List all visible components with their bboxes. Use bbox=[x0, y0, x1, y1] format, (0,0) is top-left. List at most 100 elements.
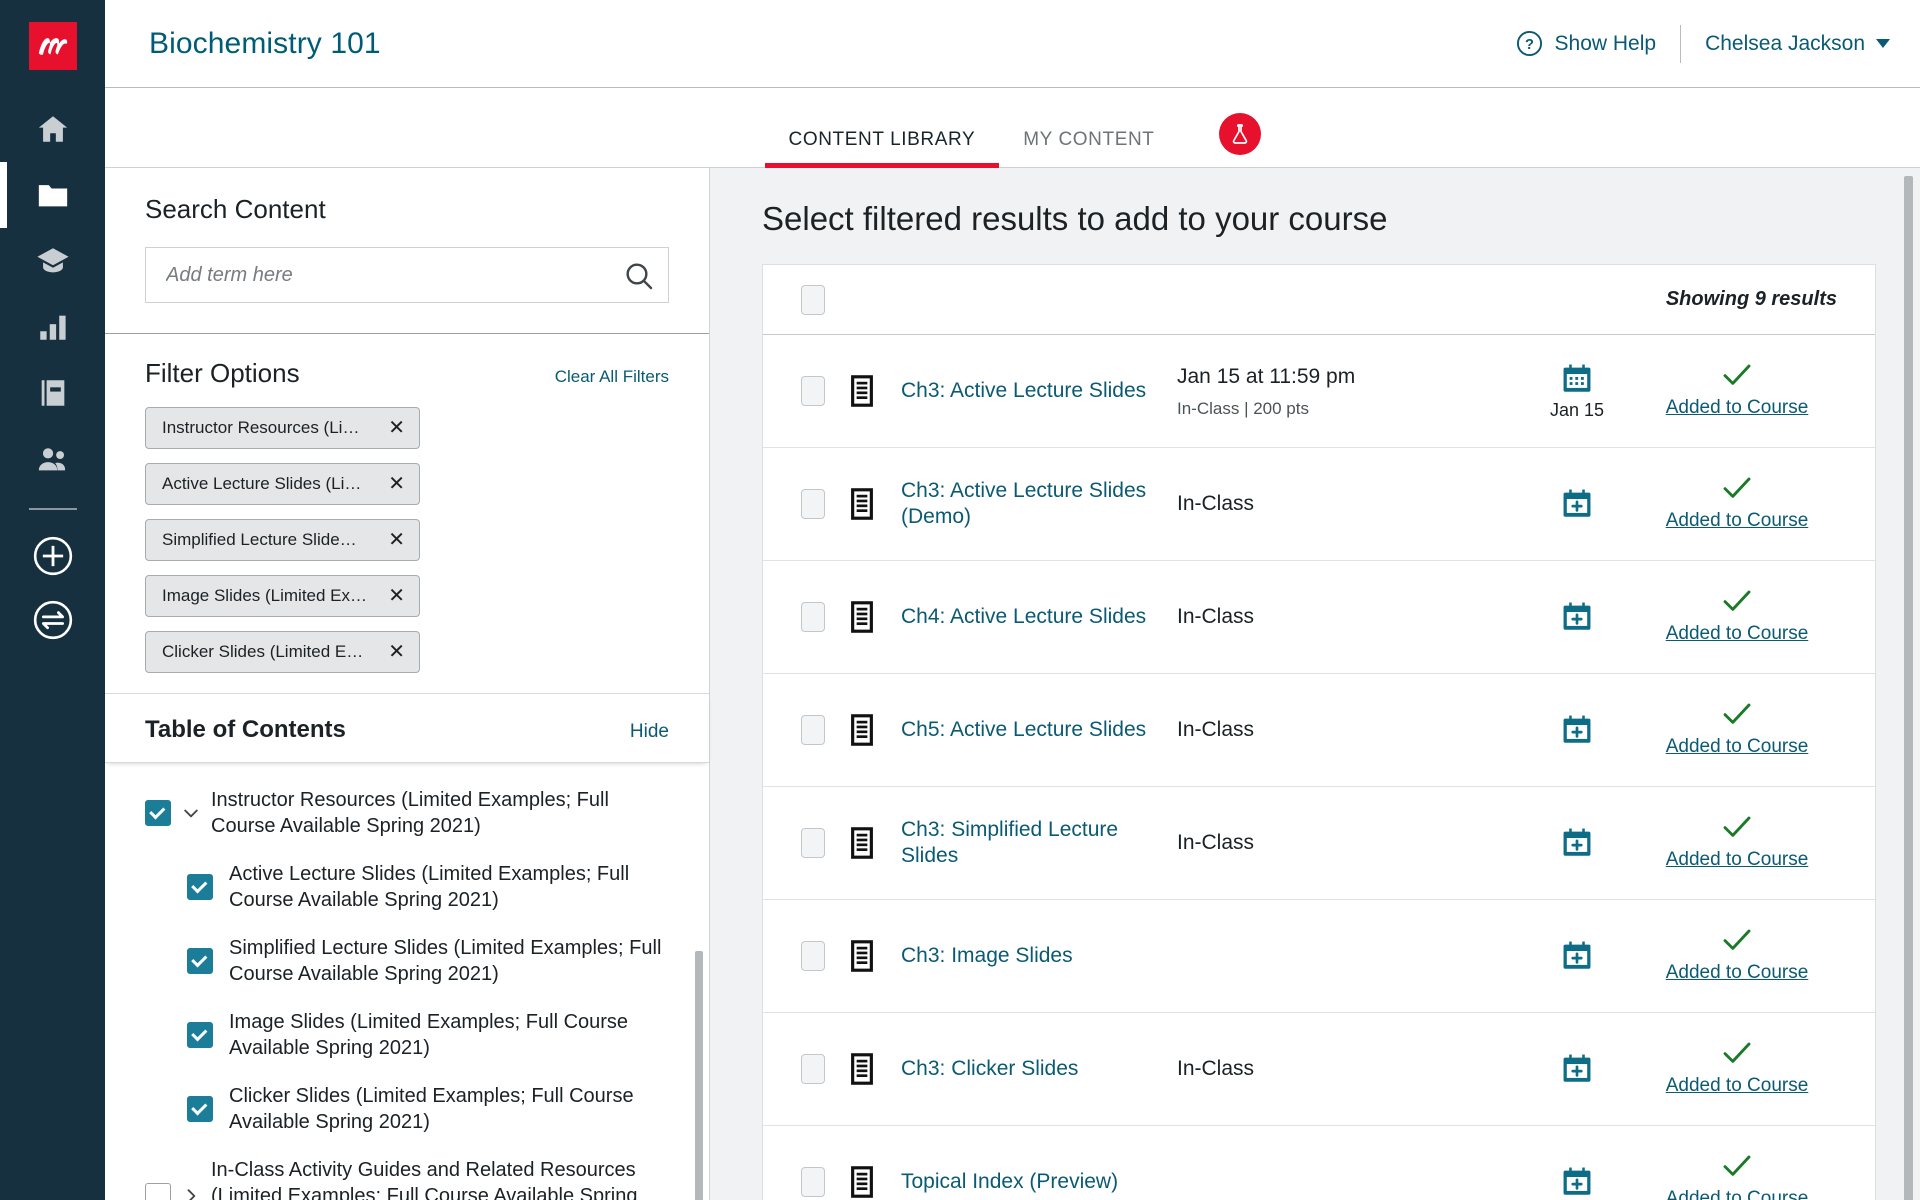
search-button[interactable] bbox=[623, 260, 655, 292]
close-icon[interactable]: ✕ bbox=[388, 418, 405, 438]
search-icon bbox=[626, 263, 653, 290]
filter-chip[interactable]: Simplified Lecture Slide… ✕ bbox=[145, 519, 420, 561]
added-to-course-button[interactable]: Added to Course bbox=[1637, 702, 1837, 758]
sidebar-item-ebook[interactable] bbox=[0, 360, 105, 426]
sidebar-item-roster[interactable] bbox=[0, 426, 105, 492]
added-to-course-button[interactable]: Added to Course bbox=[1637, 928, 1837, 984]
tab-bar: CONTENT LIBRARY MY CONTENT bbox=[105, 88, 1920, 168]
content-name-link[interactable]: Ch3: Active Lecture Slides bbox=[901, 378, 1146, 404]
row-checkbox[interactable] bbox=[801, 1054, 825, 1084]
added-to-course-button[interactable]: Added to Course bbox=[1637, 1041, 1837, 1097]
select-all-checkbox[interactable] bbox=[801, 284, 825, 315]
filter-chip-label: Instructor Resources (Li… bbox=[162, 418, 360, 437]
calendar-add-button[interactable] bbox=[1517, 487, 1637, 521]
toc-checkbox[interactable] bbox=[145, 1183, 171, 1200]
show-help-button[interactable]: ? Show Help bbox=[1516, 30, 1656, 57]
toc-item-label: Instructor Resources (Limited Examples; … bbox=[211, 789, 609, 837]
search-section-title: Search Content bbox=[145, 194, 326, 224]
added-to-course-button[interactable]: Added to Course bbox=[1637, 1154, 1837, 1200]
table-row[interactable]: Ch4: Active Lecture Slides In-Class Adde… bbox=[763, 561, 1875, 674]
document-icon bbox=[847, 1165, 901, 1199]
toc-checkbox[interactable] bbox=[187, 1022, 213, 1048]
row-meta-main: In-Class bbox=[1177, 491, 1255, 515]
add-button[interactable] bbox=[0, 524, 105, 588]
content-name-link[interactable]: Ch3: Clicker Slides bbox=[901, 1056, 1078, 1082]
toc-checkbox[interactable] bbox=[187, 1096, 213, 1122]
sidebar-item-library[interactable] bbox=[0, 162, 105, 228]
row-checkbox[interactable] bbox=[801, 489, 825, 519]
table-row[interactable]: Topical Index (Preview) Added to Course bbox=[763, 1126, 1875, 1200]
filter-chip[interactable]: Image Slides (Limited Ex… ✕ bbox=[145, 575, 420, 617]
sidebar-item-home[interactable] bbox=[0, 96, 105, 162]
toc-item[interactable]: Clicker Slides (Limited Examples; Full C… bbox=[145, 1083, 663, 1135]
table-row[interactable]: Ch3: Clicker Slides In-Class Added to Co… bbox=[763, 1013, 1875, 1126]
toc-item[interactable]: Simplified Lecture Slides (Limited Examp… bbox=[145, 935, 663, 987]
row-checkbox[interactable] bbox=[801, 828, 825, 858]
row-checkbox[interactable] bbox=[801, 1167, 825, 1197]
svg-text:?: ? bbox=[1525, 37, 1534, 53]
toc-checkbox[interactable] bbox=[187, 874, 213, 900]
chevron-right-icon[interactable] bbox=[171, 1186, 211, 1200]
switch-course-button[interactable] bbox=[0, 588, 105, 652]
toc-item[interactable]: Image Slides (Limited Examples; Full Cou… bbox=[145, 1009, 663, 1061]
close-icon[interactable]: ✕ bbox=[388, 642, 405, 662]
calendar-add-icon bbox=[1563, 828, 1591, 856]
row-checkbox[interactable] bbox=[801, 941, 825, 971]
calendar-add-button[interactable] bbox=[1517, 713, 1637, 747]
tab-my-content[interactable]: MY CONTENT bbox=[999, 129, 1178, 167]
table-row[interactable]: Ch5: Active Lecture Slides In-Class Adde… bbox=[763, 674, 1875, 787]
content-name-link[interactable]: Ch3: Image Slides bbox=[901, 943, 1073, 969]
toc-checkbox[interactable] bbox=[145, 800, 171, 826]
filter-chip-list: Instructor Resources (Li… ✕ Active Lectu… bbox=[145, 407, 669, 673]
filters-panel: Search Content Filter Options bbox=[105, 168, 710, 1200]
content-name-link[interactable]: Ch3: Simplified Lecture Slides bbox=[901, 817, 1173, 870]
filter-chip[interactable]: Clicker Slides (Limited E… ✕ bbox=[145, 631, 420, 673]
table-row[interactable]: Ch3: Active Lecture Slides (Demo) In-Cla… bbox=[763, 448, 1875, 561]
calendar-add-button[interactable] bbox=[1517, 939, 1637, 973]
mcgraw-hill-logo-icon[interactable] bbox=[28, 22, 77, 70]
results-scrollbar[interactable] bbox=[1904, 176, 1913, 1200]
sidebar-item-courses[interactable] bbox=[0, 228, 105, 294]
toc-checkbox[interactable] bbox=[187, 948, 213, 974]
check-icon bbox=[1722, 702, 1752, 731]
added-to-course-button[interactable]: Added to Course bbox=[1637, 815, 1837, 871]
toc-item[interactable]: Instructor Resources (Limited Examples; … bbox=[145, 787, 663, 839]
filter-chip[interactable]: Active Lecture Slides (Li… ✕ bbox=[145, 463, 420, 505]
toc-item[interactable]: Active Lecture Slides (Limited Examples;… bbox=[145, 861, 663, 913]
content-name-link[interactable]: Topical Index (Preview) bbox=[901, 1169, 1118, 1195]
calendar-button[interactable]: Jan 15 bbox=[1517, 362, 1637, 421]
table-row[interactable]: Ch3: Image Slides Added to Course bbox=[763, 900, 1875, 1013]
sidebar-item-reports[interactable] bbox=[0, 294, 105, 360]
calendar-add-button[interactable] bbox=[1517, 1165, 1637, 1199]
toc-scrollbar[interactable] bbox=[695, 951, 703, 1200]
close-icon[interactable]: ✕ bbox=[388, 474, 405, 494]
clear-all-filters-link[interactable]: Clear All Filters bbox=[555, 367, 669, 387]
row-checkbox[interactable] bbox=[801, 602, 825, 632]
lab-badge-button[interactable] bbox=[1218, 113, 1261, 155]
table-row[interactable]: Ch3: Active Lecture Slides Jan 15 at 11:… bbox=[763, 335, 1875, 448]
toc-item[interactable]: In-Class Activity Guides and Related Res… bbox=[145, 1157, 663, 1200]
chevron-down-icon[interactable] bbox=[171, 803, 211, 823]
row-checkbox[interactable] bbox=[801, 715, 825, 745]
calendar-add-button[interactable] bbox=[1517, 600, 1637, 634]
added-to-course-button[interactable]: Added to Course bbox=[1637, 476, 1837, 532]
row-checkbox[interactable] bbox=[801, 376, 825, 406]
calendar-add-button[interactable] bbox=[1517, 1052, 1637, 1086]
search-input[interactable] bbox=[145, 247, 669, 303]
toc-hide-link[interactable]: Hide bbox=[630, 721, 669, 743]
tab-content-library[interactable]: CONTENT LIBRARY bbox=[764, 129, 1000, 168]
content-name-link[interactable]: Ch3: Active Lecture Slides (Demo) bbox=[901, 478, 1173, 531]
content-name-link[interactable]: Ch5: Active Lecture Slides bbox=[901, 717, 1146, 743]
added-to-course-label: Added to Course bbox=[1665, 1188, 1809, 1200]
document-icon bbox=[847, 1052, 901, 1086]
filter-chip[interactable]: Instructor Resources (Li… ✕ bbox=[145, 407, 420, 449]
close-icon[interactable]: ✕ bbox=[388, 586, 405, 606]
added-to-course-button[interactable]: Added to Course bbox=[1637, 589, 1837, 645]
calendar-add-button[interactable] bbox=[1517, 826, 1637, 860]
user-menu[interactable]: Chelsea Jackson bbox=[1705, 32, 1890, 56]
document-icon bbox=[847, 826, 901, 860]
content-name-link[interactable]: Ch4: Active Lecture Slides bbox=[901, 604, 1146, 630]
close-icon[interactable]: ✕ bbox=[388, 530, 405, 550]
table-row[interactable]: Ch3: Simplified Lecture Slides In-Class bbox=[763, 787, 1875, 900]
added-to-course-button[interactable]: Added to Course bbox=[1637, 363, 1837, 419]
